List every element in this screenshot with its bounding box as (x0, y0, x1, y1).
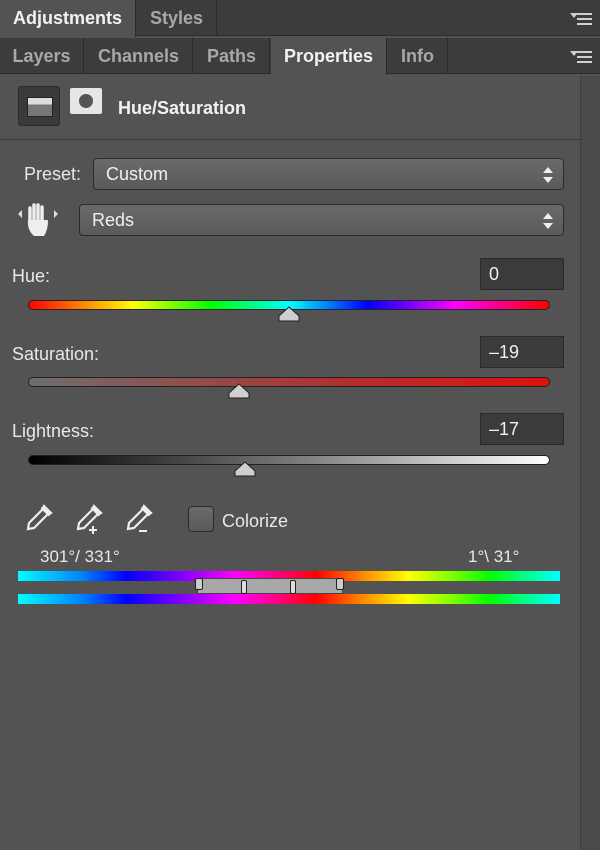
range-selection[interactable] (197, 578, 343, 594)
channel-value: Reds (92, 210, 135, 230)
panel-menu-icon[interactable] (570, 48, 592, 64)
tab-layers[interactable]: Layers (0, 38, 84, 74)
colorize-label: Colorize (222, 511, 289, 531)
adjustment-layer-icon[interactable] (18, 86, 60, 126)
select-arrows-icon (543, 213, 553, 229)
tab-properties[interactable]: Properties (271, 38, 387, 75)
top-tab-bar: Adjustments Styles (0, 0, 600, 37)
range-right-value: 1°\ 31° (468, 547, 520, 566)
range-outer-right-handle[interactable] (336, 578, 344, 590)
eyedropper-subtract-icon[interactable] (122, 503, 154, 535)
panel-tab-bar: Layers Channels Paths Properties Info (0, 38, 600, 75)
tab-channels[interactable]: Channels (85, 38, 193, 74)
hue-slider-thumb[interactable] (278, 306, 300, 322)
preset-value: Custom (106, 164, 169, 184)
colorize-checkbox[interactable] (188, 506, 214, 532)
range-left-value: 301°/ 331° (40, 547, 120, 566)
saturation-label: Saturation: (12, 344, 100, 364)
targeted-adjustment-hand-icon[interactable] (18, 200, 58, 240)
select-arrows-icon (543, 167, 553, 183)
eyedropper-add-icon[interactable] (72, 503, 104, 535)
eyedropper-icon[interactable] (22, 503, 54, 535)
range-bottom-color-bar (18, 594, 560, 604)
tab-paths[interactable]: Paths (194, 38, 270, 74)
tab-info[interactable]: Info (388, 38, 448, 74)
properties-header: Hue/Saturation (0, 76, 600, 140)
hue-label: Hue: (12, 266, 51, 286)
saturation-input[interactable]: –19 (480, 336, 564, 368)
lightness-label: Lightness: (12, 421, 95, 441)
saturation-slider-track[interactable] (28, 377, 550, 387)
tab-adjustments[interactable]: Adjustments (0, 0, 136, 37)
panel-scrollbar[interactable] (580, 76, 600, 850)
range-outer-left-handle[interactable] (195, 578, 203, 590)
preset-label: Preset: (24, 164, 82, 184)
panel-menu-icon[interactable] (570, 10, 592, 26)
preset-select[interactable]: Custom (93, 158, 564, 190)
layer-mask-icon[interactable] (70, 88, 102, 114)
saturation-slider-thumb[interactable] (228, 383, 250, 399)
lightness-slider-thumb[interactable] (234, 461, 256, 477)
range-inner-right-handle[interactable] (290, 580, 296, 594)
adjustment-title: Hue/Saturation (118, 98, 247, 118)
hue-input[interactable]: 0 (480, 258, 564, 290)
channel-select[interactable]: Reds (79, 204, 564, 236)
tab-styles[interactable]: Styles (137, 0, 217, 36)
lightness-input[interactable]: –17 (480, 413, 564, 445)
lightness-slider-track[interactable] (28, 455, 550, 465)
range-inner-left-handle[interactable] (241, 580, 247, 594)
